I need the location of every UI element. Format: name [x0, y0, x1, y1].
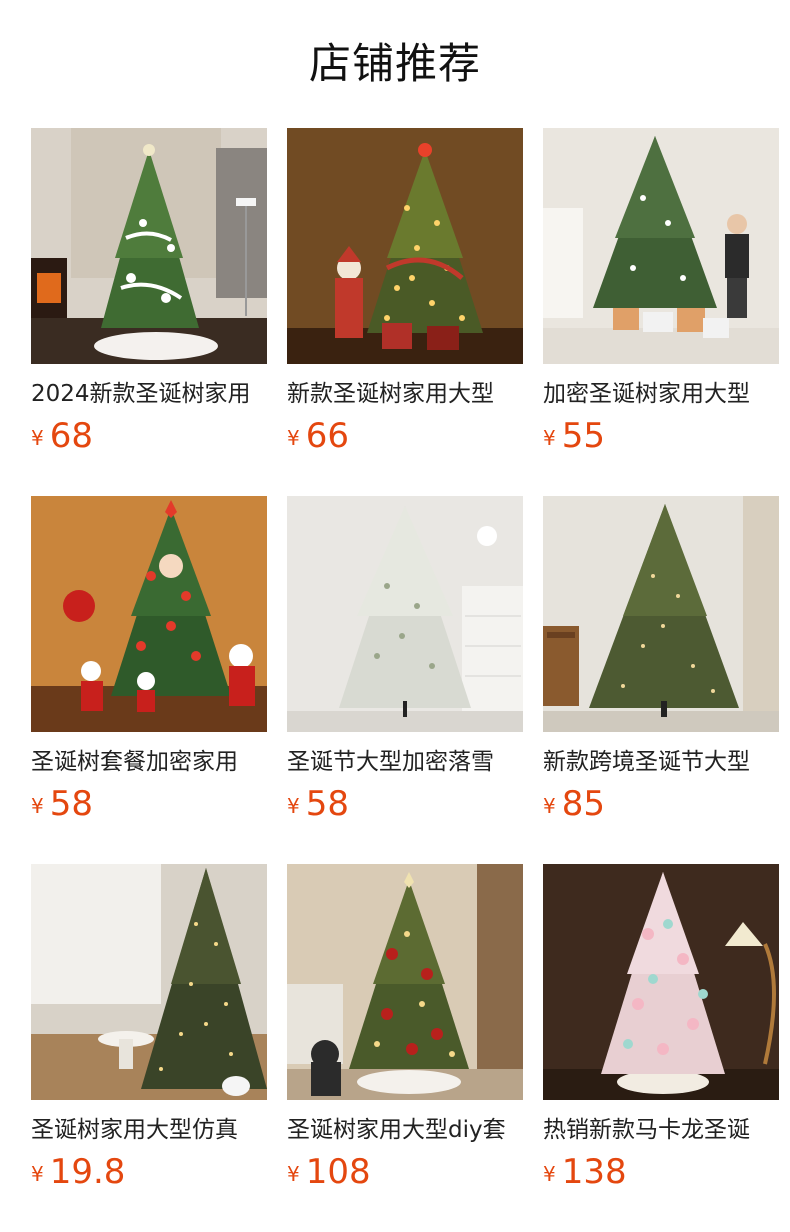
christmas-tree-set-photo[interactable]	[31, 496, 267, 732]
christmas-tree-green-photo[interactable]	[543, 128, 779, 364]
price-value: 55	[561, 416, 605, 456]
product-name[interactable]: 圣诞树家用大型diy套	[287, 1114, 523, 1146]
product-name[interactable]: 新款跨境圣诞节大型	[543, 746, 779, 778]
price-value: 58	[49, 784, 93, 824]
currency-symbol: ¥	[287, 426, 300, 450]
product-name[interactable]: 新款圣诞树家用大型	[287, 378, 523, 410]
currency-symbol: ¥	[543, 794, 556, 818]
christmas-tree-natural-photo[interactable]	[543, 496, 779, 732]
currency-symbol: ¥	[543, 426, 556, 450]
currency-symbol: ¥	[287, 1162, 300, 1186]
price-value: 58	[305, 784, 349, 824]
product-price: ¥58	[287, 782, 349, 826]
currency-symbol: ¥	[543, 1162, 556, 1186]
product-price: ¥55	[543, 414, 605, 458]
price-value: 68	[49, 416, 93, 456]
christmas-tree-macaron-photo[interactable]	[543, 864, 779, 1100]
currency-symbol: ¥	[31, 426, 44, 450]
price-value: 66	[305, 416, 349, 456]
product-price: ¥68	[31, 414, 93, 458]
currency-symbol: ¥	[31, 794, 44, 818]
product-name[interactable]: 2024新款圣诞树家用	[31, 378, 267, 410]
product-name[interactable]: 圣诞节大型加密落雪	[287, 746, 523, 778]
product-name[interactable]: 加密圣诞树家用大型	[543, 378, 779, 410]
page-title: 店铺推荐	[308, 39, 481, 88]
price-value: 138	[561, 1152, 627, 1192]
christmas-tree-red-gold-photo[interactable]	[287, 864, 523, 1100]
product-name[interactable]: 圣诞树套餐加密家用	[31, 746, 267, 778]
product-price: ¥85	[543, 782, 605, 826]
christmas-tree-lights-photo[interactable]	[31, 864, 267, 1100]
christmas-tree-white-photo[interactable]	[31, 128, 267, 364]
product-price: ¥58	[31, 782, 93, 826]
currency-symbol: ¥	[31, 1162, 44, 1186]
product-price: ¥19.8	[31, 1150, 125, 1194]
christmas-tree-gold-photo[interactable]	[287, 128, 523, 364]
product-price: ¥108	[287, 1150, 371, 1194]
currency-symbol: ¥	[287, 794, 300, 818]
product-price: ¥138	[543, 1150, 627, 1194]
price-value: 19.8	[49, 1152, 126, 1192]
christmas-tree-snow-photo[interactable]	[287, 496, 523, 732]
product-price: ¥66	[287, 414, 349, 458]
price-value: 85	[561, 784, 605, 824]
product-name[interactable]: 圣诞树家用大型仿真	[31, 1114, 267, 1146]
product-name[interactable]: 热销新款马卡龙圣诞	[543, 1114, 779, 1146]
price-value: 108	[305, 1152, 371, 1192]
